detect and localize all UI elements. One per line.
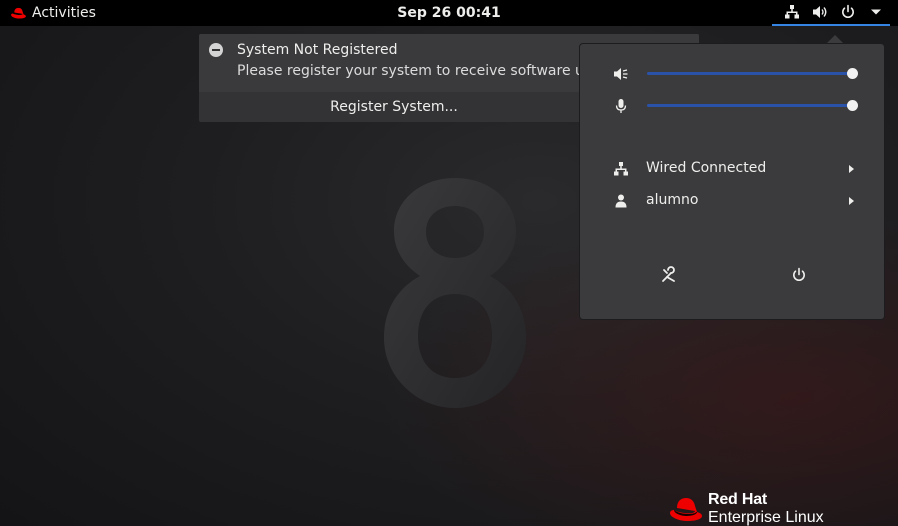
system-menu-popup: Wired Connected alumno [579,43,885,320]
menu-item-label: Wired Connected [646,160,767,176]
menu-item-user[interactable]: alumno [580,188,884,214]
notification-title: System Not Registered [237,42,398,58]
chevron-right-icon [849,165,854,173]
network-wired-icon [613,161,629,177]
system-status-area[interactable] [772,0,890,26]
volume-icon [812,4,828,20]
wallpaper-eight-graphic [384,178,526,408]
output-volume-slider-handle[interactable] [847,68,858,79]
power-icon [840,4,856,20]
input-volume-row [580,94,884,118]
clock-button[interactable]: Sep 26 00:41 [0,0,898,26]
settings-button[interactable] [657,266,681,288]
chevron-right-icon [849,197,854,205]
notification-body: Please register your system to receive s… [237,63,611,79]
redhat-hat-icon [670,497,702,521]
output-volume-track[interactable] [647,72,854,75]
network-wired-icon [784,4,800,20]
minus-circle-icon [209,43,223,57]
speaker-muted-icon[interactable] [613,66,629,82]
menu-item-label: alumno [646,192,699,208]
top-bar: Activities Sep 26 00:41 [0,0,898,26]
microphone-icon [613,98,629,114]
power-off-button[interactable] [787,266,811,288]
power-icon [791,267,807,287]
user-icon [613,193,629,209]
brand-line-1: Red Hat [708,491,768,508]
output-volume-row [580,62,884,86]
brand-line-2: Enterprise Linux [708,508,824,526]
redhat-brand-logo: Red Hat Enterprise Linux [668,491,824,526]
menu-item-wired-connected[interactable]: Wired Connected [580,156,884,182]
settings-tools-icon [660,266,678,288]
input-volume-track[interactable] [647,104,854,107]
input-volume-slider-handle[interactable] [847,100,858,111]
chevron-down-icon [868,4,884,20]
